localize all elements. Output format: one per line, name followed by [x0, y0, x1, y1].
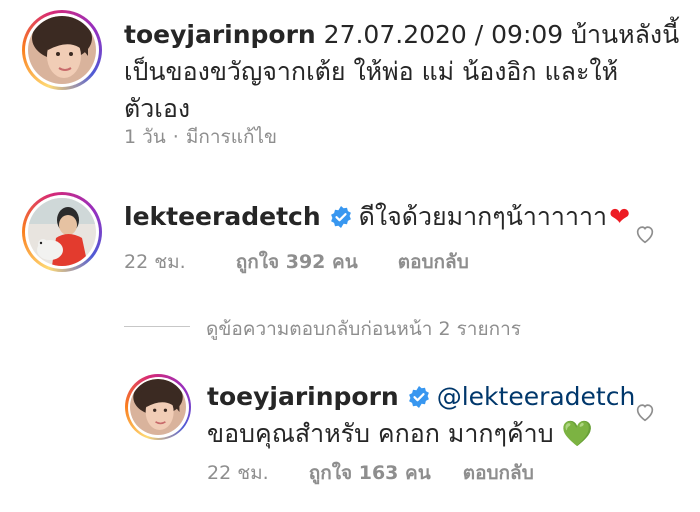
- avatar-photo-lek: [28, 198, 96, 266]
- reply-button[interactable]: ตอบกลับ: [463, 458, 534, 488]
- comment-username[interactable]: lekteeradetch: [124, 202, 321, 231]
- post-avatar[interactable]: [22, 10, 102, 90]
- comment-time: 22 ชม.: [124, 251, 186, 273]
- replies-divider: [124, 326, 190, 327]
- likes-count-link[interactable]: ถูกใจ 392 คน: [236, 247, 358, 277]
- caption-line-1: 27.07.2020 / 09:09 บ้านหลังนี้: [323, 20, 680, 49]
- post-username[interactable]: toeyjarinporn: [124, 20, 316, 49]
- comment-1-meta: 22 ชม. ถูกใจ 392 คน ตอบกลับ: [124, 247, 469, 277]
- green-heart-emoji: 💚: [561, 419, 593, 448]
- verified-badge-icon: [330, 206, 351, 228]
- post-meta: 1 วัน · มีการแก้ไข: [124, 122, 277, 152]
- verified-badge-icon: [408, 386, 429, 408]
- view-replies-label[interactable]: ดูข้อความตอบกลับก่อนหน้า 2 รายการ: [206, 314, 521, 344]
- reply-avatar-toeyjarinporn[interactable]: [125, 374, 191, 440]
- view-previous-replies[interactable]: ดูข้อความตอบกลับก่อนหน้า 2 รายการ: [206, 314, 521, 344]
- reply-1-meta: 22 ชม. ถูกใจ 163 คน ตอบกลับ: [207, 458, 534, 488]
- meta-separator: ·: [172, 126, 179, 148]
- likes-count-link[interactable]: ถูกใจ 163 คน: [309, 458, 431, 488]
- comment-avatar-lekteeradetch[interactable]: [22, 192, 102, 272]
- avatar-photo-toey: [28, 16, 96, 84]
- reply-username[interactable]: toeyjarinporn: [207, 382, 399, 411]
- like-heart-icon[interactable]: [634, 401, 656, 423]
- reply-1: toeyjarinporn @lekteeradetch ขอบคุณสำหรับ…: [207, 378, 635, 452]
- comment-1: lekteeradetch ดีใจด้วยมากๆน้าาาาาา❤: [124, 198, 634, 235]
- comment-text: ดีใจด้วยมากๆน้าาาาาา: [358, 202, 608, 231]
- avatar-photo-toey-small: [130, 379, 186, 435]
- reply-button[interactable]: ตอบกลับ: [398, 247, 469, 277]
- like-heart-icon[interactable]: [634, 223, 656, 245]
- edited-label: มีการแก้ไข: [185, 126, 278, 148]
- post-time: 1 วัน: [124, 126, 166, 148]
- red-heart-emoji: ❤: [609, 202, 631, 231]
- caption-line-2: เป็นของขวัญจากเต้ย ให้พ่อ แม่ น้องอิก แล…: [124, 57, 619, 86]
- post-caption: toeyjarinporn 27.07.2020 / 09:09 บ้านหลั…: [124, 16, 694, 127]
- mention-link[interactable]: @lekteeradetch: [437, 382, 636, 411]
- reply-text: ขอบคุณสำหรับ คกอก มากๆค้าบ: [207, 419, 554, 448]
- reply-time: 22 ชม.: [207, 462, 269, 484]
